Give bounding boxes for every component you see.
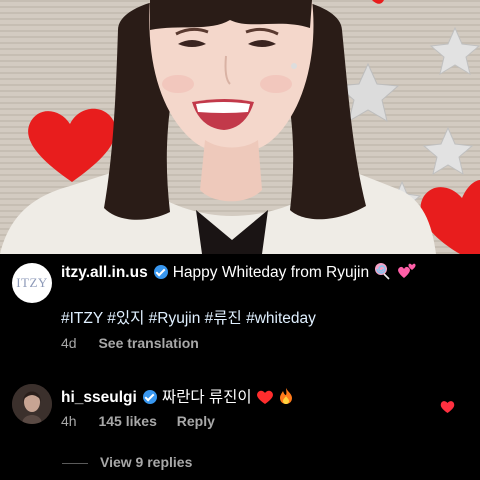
post-time: 4d (61, 335, 77, 351)
reply-time: 4h (61, 413, 77, 429)
see-translation-button[interactable]: See translation (98, 335, 198, 351)
fire-emoji-icon (280, 388, 293, 404)
reply-avatar[interactable] (12, 384, 52, 424)
lollipop-emoji-icon (375, 263, 391, 280)
reply-meta: 4h 145 likes Reply (61, 413, 215, 429)
verified-badge-icon (142, 390, 157, 404)
post-photo (0, 0, 480, 254)
reply-text: 짜란다 류진이 (161, 389, 252, 406)
reply-username[interactable]: hi_sseulgi (61, 389, 137, 406)
reply-button[interactable]: Reply (177, 413, 215, 429)
view-replies-button[interactable]: View 9 replies (62, 454, 192, 470)
post-username[interactable]: itzy.all.in.us (61, 264, 148, 281)
reply-line: hi_sseulgi 짜란다 류진이 (61, 385, 294, 407)
caption-text: Happy Whiteday from Ryujin (172, 264, 370, 281)
divider (62, 462, 88, 464)
two-hearts-emoji-icon (397, 263, 416, 278)
verified-badge-icon (153, 265, 168, 279)
caption-line: itzy.all.in.us Happy Whiteday from Ryujin (61, 262, 418, 282)
avatar[interactable]: ITZY (12, 263, 52, 303)
red-heart-emoji-icon (257, 390, 273, 404)
reply-likes[interactable]: 145 likes (98, 413, 156, 429)
like-heart-icon[interactable] (440, 400, 455, 414)
post-meta: 4d See translation (61, 335, 199, 351)
avatar-logo: ITZY (16, 275, 48, 290)
view-replies-label: View 9 replies (100, 454, 193, 470)
hashtags[interactable]: #ITZY #있지 #Ryujin #류진 #whiteday (61, 306, 316, 328)
